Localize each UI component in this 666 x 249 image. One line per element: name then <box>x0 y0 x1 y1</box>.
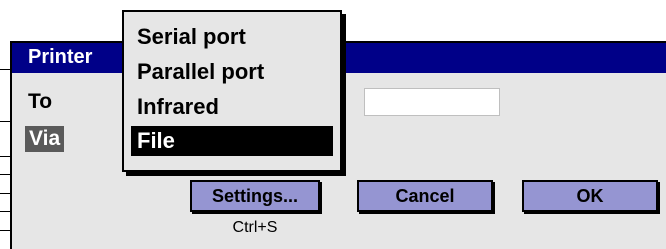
ok-button-label: OK <box>576 185 604 206</box>
via-label[interactable]: Via <box>25 126 65 152</box>
settings-button[interactable]: Settings... <box>190 180 320 212</box>
via-dropdown-menu[interactable]: Serial port Parallel port Infrared File <box>122 10 342 172</box>
settings-shortcut-hint: Ctrl+S <box>232 219 278 236</box>
cancel-button[interactable]: Cancel <box>357 180 493 212</box>
option-parallel-port[interactable]: Parallel port <box>131 57 333 87</box>
to-label: To <box>28 90 53 113</box>
option-infrared[interactable]: Infrared <box>131 92 333 122</box>
to-input[interactable] <box>364 88 500 116</box>
cancel-button-label: Cancel <box>395 185 455 206</box>
option-serial-port[interactable]: Serial port <box>131 22 333 52</box>
option-file[interactable]: File <box>131 126 333 156</box>
ok-button[interactable]: OK <box>522 180 658 212</box>
settings-button-label: Settings... <box>211 185 298 206</box>
dialog-title: Printer <box>28 46 93 68</box>
